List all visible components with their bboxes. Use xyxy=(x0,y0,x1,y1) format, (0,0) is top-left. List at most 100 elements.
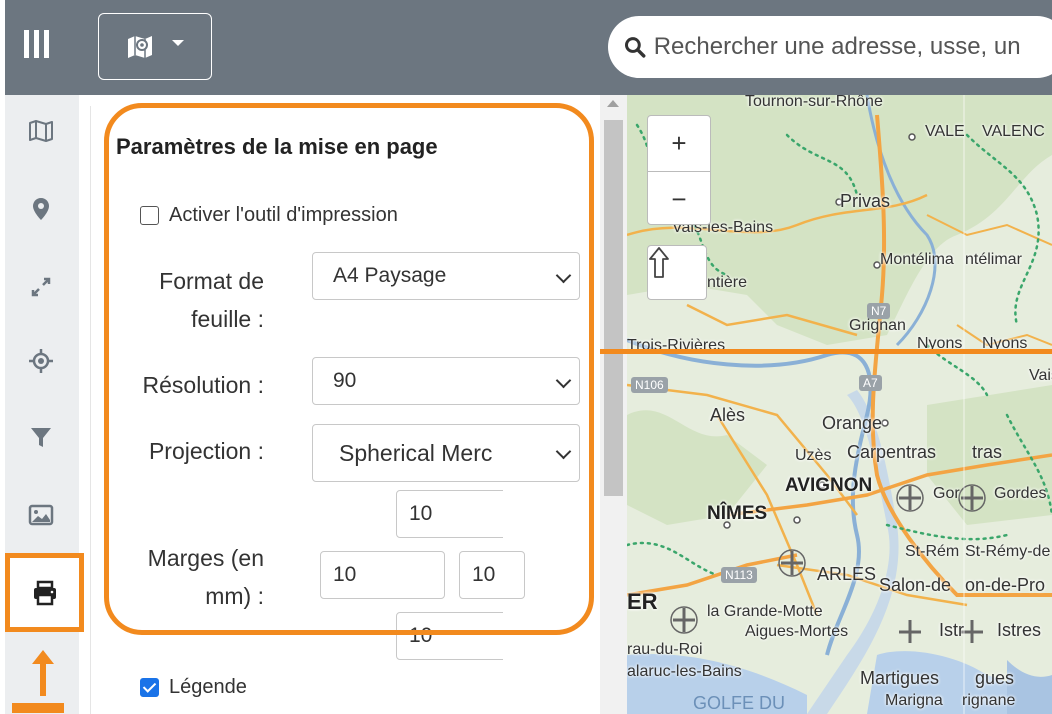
projection-select[interactable]: Spherical Merc xyxy=(312,424,580,482)
projection-label: Projection : xyxy=(148,438,264,464)
search-icon xyxy=(624,37,646,58)
map-label: Martigues xyxy=(860,668,940,688)
margin-bottom-input[interactable]: 10 xyxy=(396,612,516,660)
map-label: gues xyxy=(975,668,1015,688)
print-tool-label: Activer l'outil d'impression xyxy=(169,204,398,226)
map-icon xyxy=(29,120,53,142)
panel-title: Paramètres de la mise en page xyxy=(116,134,438,159)
map-label: ER xyxy=(627,589,658,614)
map-label: tras xyxy=(972,442,1003,462)
map-label: ntélimar xyxy=(965,251,1022,268)
printer-icon xyxy=(33,580,56,605)
menu-button[interactable] xyxy=(24,30,54,60)
map-label: Privas xyxy=(840,191,891,211)
north-arrow-icon xyxy=(649,247,669,278)
map-label: VALENC xyxy=(982,123,1045,140)
map-label: Aigues-Mortes xyxy=(745,623,849,640)
chevron-down-icon xyxy=(172,39,184,46)
sheet-format-select[interactable]: A4 Paysage xyxy=(312,252,580,300)
map-label: St-Rémy-de xyxy=(965,543,1051,560)
panel-overflow-mask xyxy=(527,545,599,605)
map-label: Vaiso xyxy=(1029,367,1052,384)
margin-right-input[interactable]: 10 xyxy=(459,551,525,599)
arrow-up-icon xyxy=(32,650,54,696)
scroll-up-arrow[interactable] xyxy=(607,100,619,107)
scrollbar-thumb[interactable] xyxy=(604,120,623,496)
map-view[interactable]: Tournon-sur-Rhône VALE VALENC Privas Val… xyxy=(627,95,1052,714)
margin-left-input[interactable]: 10 xyxy=(320,551,445,599)
panel-overflow-mask xyxy=(503,605,599,675)
map-label: Salon-de xyxy=(879,575,952,595)
map-label: Uzès xyxy=(795,447,832,464)
highlight-underline xyxy=(12,703,64,713)
map-label: Gor xyxy=(933,485,960,502)
chevron-down-icon xyxy=(555,372,572,389)
road-shield: N113 xyxy=(721,567,757,583)
map-label: Gordes xyxy=(994,485,1047,502)
map-label: Grignan xyxy=(849,317,906,334)
panel-overflow-mask xyxy=(503,484,599,544)
resolution-select[interactable]: 90 xyxy=(312,357,580,405)
print-tool-toggle[interactable]: Activer l'outil d'impression xyxy=(140,204,398,227)
map-label: Marigna xyxy=(885,692,943,709)
menu-icon xyxy=(44,30,49,58)
expand-arrows-icon xyxy=(31,277,51,297)
airport-icon xyxy=(896,484,924,512)
map-label: Tournon-sur-Rhône xyxy=(745,95,883,110)
basemap-dropdown[interactable] xyxy=(98,13,212,80)
map-label: Alès xyxy=(710,405,746,425)
map-label: ARLES xyxy=(817,564,877,584)
reset-north-button[interactable] xyxy=(647,245,707,300)
search-bar[interactable] xyxy=(608,16,1052,78)
zoom-out-button[interactable]: − xyxy=(648,171,710,226)
map-label: St-Rém xyxy=(905,543,960,560)
crosshair-icon xyxy=(29,349,53,373)
image-icon xyxy=(28,504,54,526)
map-label: NÎMES xyxy=(707,503,768,524)
menu-icon xyxy=(34,30,39,58)
map-pin-icon xyxy=(33,198,49,220)
map-label: Carpentras xyxy=(847,442,937,462)
rail-location-button[interactable] xyxy=(17,185,65,233)
rail-crosshair-button[interactable] xyxy=(17,337,65,385)
margins-label: Marges (en mm) : xyxy=(147,545,264,609)
legend-toggle[interactable]: Légende xyxy=(140,676,247,699)
map-label: la Grande-Motte xyxy=(707,603,823,620)
road-shield: N106 xyxy=(631,377,668,393)
legend-checkbox[interactable] xyxy=(140,678,159,697)
rail-filter-button[interactable] xyxy=(17,413,65,461)
map-label: on-de-Pro xyxy=(965,575,1046,595)
search-input[interactable] xyxy=(653,33,1052,61)
map-label: AVIGNON xyxy=(785,475,873,496)
road-shield: A7 xyxy=(859,375,882,391)
filter-icon xyxy=(31,428,51,447)
map-label: Orange xyxy=(822,413,883,433)
map-label: rau-du-Roi xyxy=(627,641,703,658)
map-label: VALE xyxy=(925,123,965,140)
map-label: GOLFE DU xyxy=(693,693,786,713)
map-label: Istr xyxy=(939,620,964,640)
map-label: Istres xyxy=(997,620,1042,640)
map-label: alaruc-les-Bains xyxy=(627,663,742,680)
resolution-label: Résolution : xyxy=(142,372,264,398)
map-location-icon xyxy=(128,35,152,58)
zoom-control: + − xyxy=(647,115,711,225)
map-label: Montélima xyxy=(880,251,954,268)
road-shield: N7 xyxy=(867,303,891,319)
rail-measure-button[interactable] xyxy=(17,263,65,311)
print-tool-checkbox[interactable] xyxy=(140,206,159,225)
top-bar xyxy=(0,0,1052,95)
chevron-down-icon xyxy=(555,267,572,284)
chevron-down-icon xyxy=(555,443,572,460)
menu-icon xyxy=(24,30,29,58)
highlight-line xyxy=(600,349,1052,354)
legend-label: Légende xyxy=(169,676,247,698)
map-label: ntière xyxy=(707,274,748,291)
zoom-in-button[interactable]: + xyxy=(648,116,710,171)
sheet-format-label: Format de feuille : xyxy=(159,268,264,332)
rail-print-button[interactable] xyxy=(5,553,84,632)
rail-map-button[interactable] xyxy=(17,107,65,155)
margin-top-input[interactable]: 10 xyxy=(396,490,516,538)
rail-image-button[interactable] xyxy=(17,491,65,539)
map-label: rignane xyxy=(962,692,1016,709)
